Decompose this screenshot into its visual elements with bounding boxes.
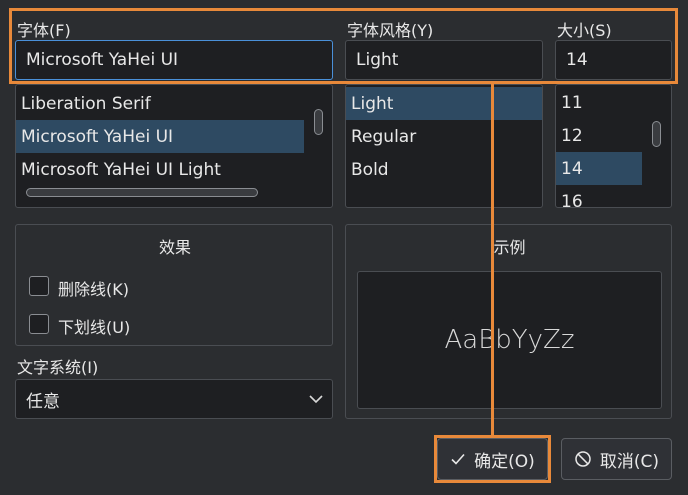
font-style-label: 字体风格(Y) [347,21,434,40]
underline-checkbox[interactable] [29,314,49,334]
cancel-button[interactable]: 取消(C) [561,438,672,480]
font-style-item[interactable]: Regular [346,120,542,153]
sample-group: 示例 AaBbYyZz [345,224,672,419]
font-size-list[interactable]: 11 12 14 16 [555,84,672,208]
font-size-label: 大小(S) [557,21,612,40]
sample-text: AaBbYyZz [444,325,575,355]
font-size-item-selected[interactable]: 14 [556,152,642,185]
font-family-item[interactable]: Liberation Serif [16,87,304,120]
font-family-label: 字体(F) [17,21,71,40]
effects-title: 效果 [158,238,191,257]
font-family-list[interactable]: Liberation Serif Microsoft YaHei UI Micr… [15,84,333,208]
underline-label[interactable]: 下划线(U) [58,314,130,338]
font-size-input[interactable]: 14 [555,40,672,80]
effects-group: 效果 删除线(K) 下划线(U) [15,224,333,346]
font-style-item[interactable]: Bold [346,153,542,186]
font-size-item[interactable]: 12 [556,119,642,152]
check-icon [450,451,466,467]
font-family-input[interactable]: Microsoft YaHei UI [15,40,333,80]
strikeout-label[interactable]: 删除线(K) [58,276,129,300]
sample-title: 示例 [493,238,526,257]
font-size-vscrollbar[interactable] [652,121,661,147]
writing-system-combo[interactable]: 任意 [15,379,333,419]
font-size-item[interactable]: 16 [556,185,642,208]
font-family-hscrollbar[interactable] [26,188,258,197]
font-style-list[interactable]: Light Regular Bold [345,84,543,208]
strikeout-checkbox[interactable] [29,276,49,296]
ok-button-label: 确定(O) [474,451,535,472]
font-style-item-selected[interactable]: Light [346,87,542,120]
font-size-item[interactable]: 11 [556,86,642,119]
cancel-button-label: 取消(C) [599,451,660,472]
prohibit-icon [574,450,592,468]
writing-system-value: 任意 [26,391,60,412]
writing-system-label: 文字系统(I) [17,358,99,377]
sample-preview: AaBbYyZz [357,271,662,409]
font-family-item[interactable]: Microsoft YaHei UI Light [16,153,304,186]
font-family-item-selected[interactable]: Microsoft YaHei UI [16,120,304,153]
chevron-down-icon [308,391,324,412]
ok-button[interactable]: 确定(O) [437,438,548,480]
font-style-input[interactable]: Light [345,40,543,80]
font-family-vscrollbar[interactable] [314,109,323,135]
